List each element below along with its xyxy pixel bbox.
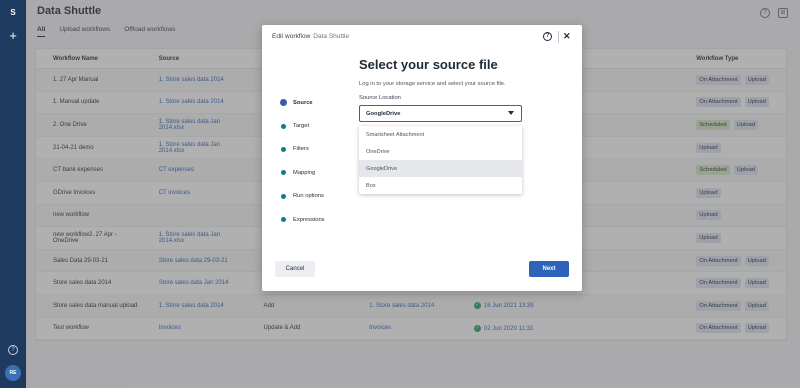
source-location-select[interactable]: GoogleDrive bbox=[359, 105, 522, 122]
step-source[interactable]: Source bbox=[280, 91, 325, 114]
step-label: Filters bbox=[293, 146, 309, 153]
edit-workflow-dialog: Edit workflow Data Shuttle ? ✕ Source Ta… bbox=[262, 25, 582, 291]
create-new-icon[interactable]: + bbox=[6, 29, 20, 43]
step-dot-icon bbox=[281, 217, 286, 223]
step-filters[interactable]: Filters bbox=[281, 138, 325, 161]
source-location-dropdown: Smartsheet Attachment OneDrive GoogleDri… bbox=[359, 126, 522, 194]
step-dot-icon bbox=[281, 123, 286, 129]
dialog-header: Edit workflow Data Shuttle bbox=[262, 25, 582, 48]
step-label: Mapping bbox=[293, 169, 316, 176]
left-rail: S + ? RE bbox=[0, 0, 26, 388]
app-logo-icon[interactable]: S bbox=[8, 8, 18, 18]
help-icon[interactable]: ? bbox=[8, 345, 18, 355]
option-googledrive[interactable]: GoogleDrive bbox=[359, 160, 522, 177]
step-target[interactable]: Target bbox=[281, 114, 325, 137]
dialog-header-sub: Data Shuttle bbox=[313, 33, 350, 40]
caret-down-icon bbox=[508, 111, 514, 115]
step-label: Run options bbox=[293, 193, 324, 200]
dialog-header-label: Edit workflow bbox=[272, 33, 311, 40]
option-onedrive[interactable]: OneDrive bbox=[359, 143, 522, 160]
question-icon[interactable]: ? bbox=[543, 32, 552, 41]
step-run-options[interactable]: Run options bbox=[281, 185, 325, 208]
dialog-title: Select your source file bbox=[359, 57, 498, 72]
step-dot-icon bbox=[281, 170, 286, 176]
option-box[interactable]: Box bbox=[359, 177, 522, 194]
dialog-description: Log in to your storage service and selec… bbox=[359, 81, 506, 87]
wizard-steps: Source Target Filters Mapping Run option… bbox=[280, 91, 325, 231]
close-icon[interactable]: ✕ bbox=[563, 31, 571, 42]
source-location-label: Source Location bbox=[359, 95, 401, 101]
header-divider bbox=[558, 31, 559, 43]
next-button[interactable]: Next bbox=[529, 261, 569, 277]
selected-value: GoogleDrive bbox=[366, 110, 401, 117]
cancel-button[interactable]: Cancel bbox=[275, 261, 315, 277]
avatar[interactable]: RE bbox=[5, 365, 21, 381]
step-label: Expressions bbox=[293, 216, 325, 223]
option-smartsheet-attachment[interactable]: Smartsheet Attachment bbox=[359, 126, 522, 143]
step-mapping[interactable]: Mapping bbox=[281, 161, 325, 184]
step-label: Source bbox=[293, 99, 313, 106]
step-label: Target bbox=[293, 123, 310, 130]
step-dot-icon bbox=[281, 193, 286, 199]
step-dot-icon bbox=[280, 99, 287, 107]
step-expressions[interactable]: Expressions bbox=[281, 208, 325, 231]
step-dot-icon bbox=[281, 146, 286, 152]
